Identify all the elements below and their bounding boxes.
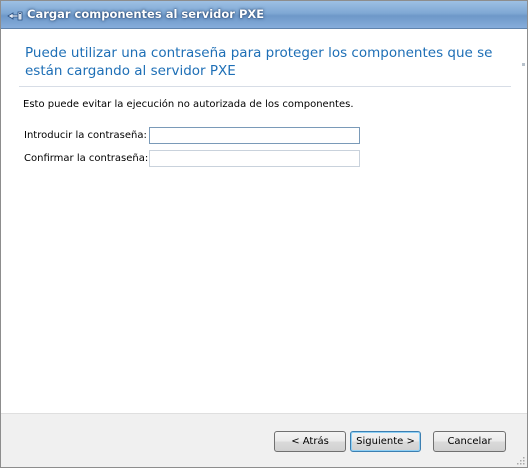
next-button[interactable]: Siguiente >: [350, 431, 421, 452]
cancel-button[interactable]: Cancelar: [433, 431, 506, 452]
password-label: Introducir la contraseña:: [24, 130, 147, 141]
window-title: Cargar componentes al servidor PXE: [27, 7, 265, 21]
scroll-indicator: [522, 63, 525, 66]
confirm-password-label-text: Confirmar la contraseña:: [24, 153, 149, 164]
back-button[interactable]: < Atrás: [274, 431, 346, 452]
page-heading: Puede utilizar una contraseña para prote…: [25, 45, 493, 79]
title-bar[interactable]: Cargar componentes al servidor PXE: [1, 1, 527, 29]
heading-divider: [19, 86, 511, 87]
pxe-server-upload-icon: [7, 11, 23, 21]
back-button-label: < Atrás: [291, 436, 329, 447]
confirm-password-field[interactable]: [149, 150, 360, 167]
wizard-window: Cargar componentes al servidor PXE Puede…: [0, 0, 528, 468]
page-description: Esto puede evitar la ejecución no autori…: [23, 99, 354, 110]
resize-grip-icon[interactable]: [515, 455, 525, 465]
confirm-password-label: Confirmar la contraseña:: [24, 153, 148, 164]
cancel-button-label: Cancelar: [447, 436, 492, 447]
next-button-label: Siguiente >: [356, 436, 415, 447]
password-label-text: Introducir la contraseña:: [24, 130, 147, 141]
password-field[interactable]: [149, 127, 360, 144]
